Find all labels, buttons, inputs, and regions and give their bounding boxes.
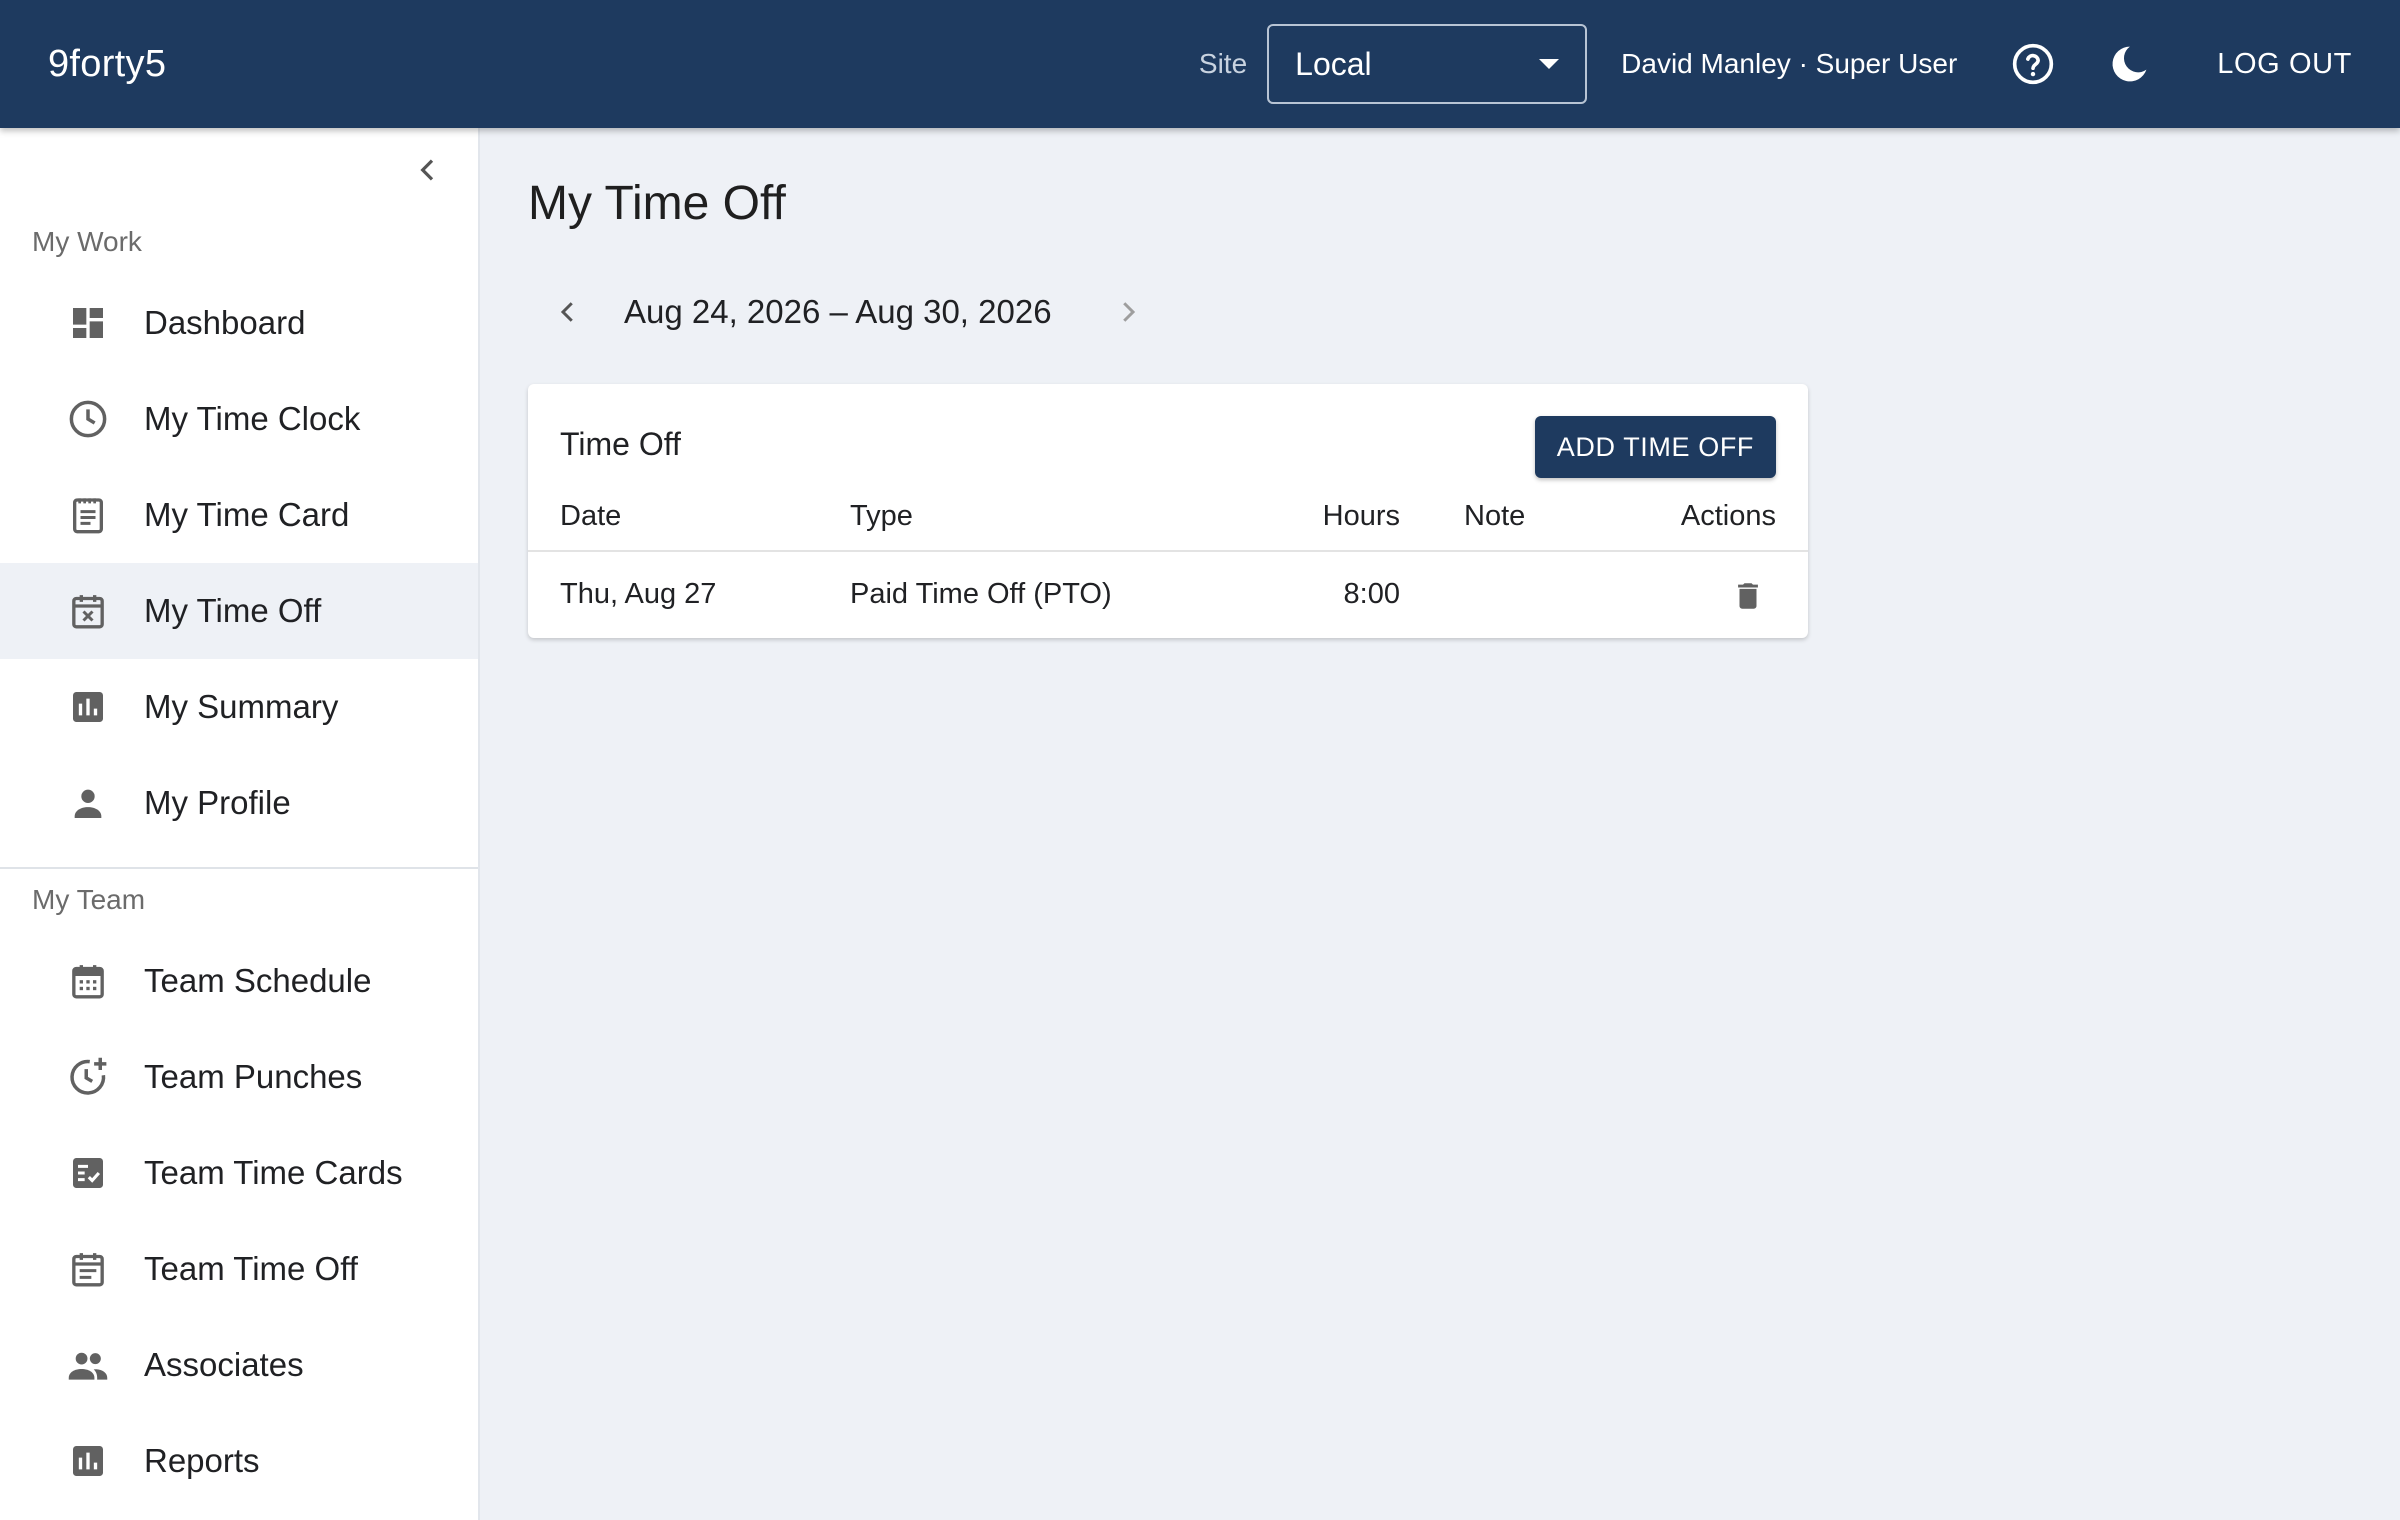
caret-down-icon (1539, 59, 1560, 69)
sidebar-item-label: My Time Off (144, 592, 322, 629)
cell-hours: 8:00 (1343, 578, 1400, 610)
cell-date: Thu, Aug 27 (560, 578, 717, 610)
sidebar-item-dashboard[interactable]: Dashboard (0, 275, 478, 371)
clock-icon (64, 395, 112, 443)
sidebar-item-label: My Profile (144, 784, 291, 821)
page-title: My Time Off (528, 177, 786, 230)
dashboard-icon (64, 299, 112, 347)
sidebar-item-label: Team Time Cards (144, 1154, 403, 1191)
site-select[interactable]: Local (1267, 24, 1588, 104)
sidebar-item-my-time-clock[interactable]: My Time Clock (0, 371, 478, 467)
card-title: Time Off (560, 426, 681, 462)
sidebar-item-label: Team Punches (144, 1058, 363, 1095)
sidebar-item-label: Team Time Off (144, 1250, 358, 1287)
sidebar-item-my-summary[interactable]: My Summary (0, 659, 478, 755)
clock-plus-icon (64, 1053, 112, 1101)
sidebar-item-label: Team Schedule (144, 962, 372, 999)
sidebar-item-reports[interactable]: Reports (0, 1413, 478, 1509)
sidebar-divider (0, 867, 478, 869)
person-icon (64, 779, 112, 827)
calendar-x-icon (64, 587, 112, 635)
reports-icon (64, 1437, 112, 1485)
brand-logo[interactable]: 9forty5 (48, 43, 166, 86)
delete-row-button[interactable] (1728, 576, 1768, 616)
calendar-list-icon (64, 1245, 112, 1293)
logout-button[interactable]: LOG OUT (2217, 48, 2352, 81)
bar-chart-icon (64, 683, 112, 731)
moon-icon (2112, 46, 2147, 82)
chevron-right-icon (1122, 302, 1135, 322)
dark-mode-toggle[interactable] (2101, 36, 2157, 92)
week-range-label: Aug 24, 2026 – Aug 30, 2026 (624, 293, 1052, 330)
help-button[interactable] (2005, 36, 2061, 92)
column-header-hours[interactable]: Hours (1323, 500, 1400, 533)
site-select-value: Local (1295, 45, 1372, 82)
collapse-sidebar-button[interactable] (404, 146, 452, 194)
sidebar-item-team-time-cards[interactable]: Team Time Cards (0, 1125, 478, 1221)
week-navigator: Aug 24, 2026 – Aug 30, 2026 (548, 282, 1148, 342)
chevron-left-icon (560, 302, 573, 322)
column-header-date[interactable]: Date (560, 500, 621, 533)
sidebar-item-label: Reports (144, 1442, 260, 1479)
sidebar-item-my-time-off[interactable]: My Time Off (0, 563, 478, 659)
sidebar-item-team-time-off[interactable]: Team Time Off (0, 1221, 478, 1317)
sidebar-item-associates[interactable]: Associates (0, 1317, 478, 1413)
column-header-note[interactable]: Note (1464, 500, 1525, 533)
cell-type: Paid Time Off (PTO) (850, 578, 1112, 610)
column-header-actions: Actions (1680, 500, 1776, 532)
sidebar: My Work Dashboard My Time Clock My Time … (0, 128, 480, 1520)
chevron-left-icon (420, 159, 434, 181)
timecard-icon (64, 491, 112, 539)
people-icon (64, 1341, 112, 1389)
help-icon (2013, 43, 2054, 85)
sidebar-item-label: My Time Card (144, 496, 350, 533)
column-header-type[interactable]: Type (850, 500, 913, 533)
sidebar-item-team-schedule[interactable]: Team Schedule (0, 933, 478, 1029)
sidebar-item-label: My Summary (144, 688, 339, 725)
sidebar-item-label: My Time Clock (144, 400, 361, 437)
trash-icon (1738, 583, 1758, 609)
next-week-button[interactable] (1108, 288, 1148, 336)
app-bar: 9forty5 Site Local David Manley · Super … (0, 0, 2400, 128)
site-label: Site (1198, 48, 1248, 79)
sidebar-item-label: Dashboard (144, 304, 306, 341)
user-name: David Manley · Super User (1621, 48, 1958, 79)
sidebar-item-my-profile[interactable]: My Profile (0, 755, 478, 851)
sidebar-item-team-punches[interactable]: Team Punches (0, 1029, 478, 1125)
section-label-my-team: My Team (32, 884, 146, 915)
calendar-grid-icon (64, 957, 112, 1005)
sidebar-item-label: Associates (144, 1346, 304, 1383)
app-bar-actions: Site Local David Manley · Super User LOG… (1199, 24, 2352, 104)
previous-week-button[interactable] (548, 288, 588, 336)
table-row: Thu, Aug 27 Paid Time Off (PTO) 8:00 (528, 552, 1808, 638)
time-off-card: Time Off ADD TIME OFF Date Type Hours No… (528, 384, 1808, 638)
sidebar-item-my-time-card[interactable]: My Time Card (0, 467, 478, 563)
section-label-my-work: My Work (32, 226, 142, 257)
checklist-icon (64, 1149, 112, 1197)
add-time-off-button[interactable]: ADD TIME OFF (1534, 416, 1776, 478)
